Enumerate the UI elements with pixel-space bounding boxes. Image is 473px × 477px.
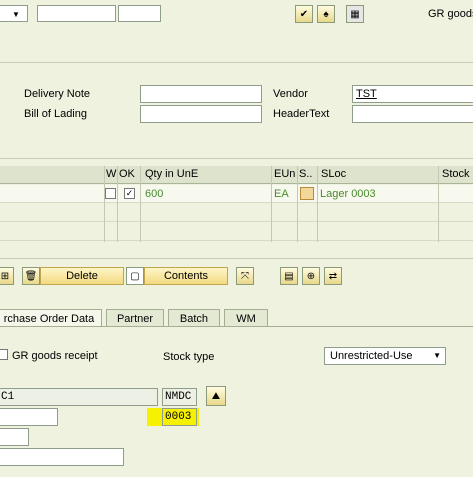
table-row[interactable] bbox=[0, 223, 473, 241]
expand-icon[interactable]: ⤧ bbox=[236, 267, 254, 285]
col-divider bbox=[104, 166, 105, 242]
ok-checkbox[interactable]: ✓ bbox=[124, 188, 135, 199]
tab-wm[interactable]: WM bbox=[224, 309, 268, 327]
sloc-input-value: 0003 bbox=[165, 411, 192, 423]
col-divider bbox=[271, 166, 272, 242]
top-field-2[interactable] bbox=[37, 5, 116, 22]
stock-type-select[interactable]: Unrestricted-Use ▼ bbox=[324, 347, 446, 365]
col-ok[interactable]: OK bbox=[119, 168, 135, 180]
check-icon[interactable]: ✔ bbox=[295, 5, 313, 23]
input-field[interactable] bbox=[0, 448, 124, 466]
delivery-note-input[interactable] bbox=[140, 85, 262, 103]
stock-type-value: Unrestricted-Use bbox=[330, 350, 413, 362]
input-field[interactable] bbox=[0, 408, 58, 426]
qty-value: 600 bbox=[145, 188, 164, 200]
add-doc-icon[interactable]: ⊕ bbox=[302, 267, 320, 285]
tab-partner[interactable]: Partner bbox=[106, 309, 164, 327]
sloc-input[interactable]: 0003 bbox=[162, 408, 197, 426]
bill-of-lading-label: Bill of Lading bbox=[24, 108, 87, 120]
col-stock[interactable]: Stock bbox=[442, 168, 470, 180]
transfer-icon[interactable]: ⇄ bbox=[324, 267, 342, 285]
separator bbox=[0, 62, 473, 63]
stock-doc-icon[interactable] bbox=[300, 187, 314, 200]
col-divider bbox=[317, 166, 318, 242]
trash-icon[interactable]: 🗑 bbox=[22, 267, 40, 285]
stock-type-label: Stock type bbox=[163, 351, 215, 363]
bill-of-lading-input[interactable] bbox=[140, 105, 262, 123]
col-divider bbox=[117, 166, 118, 242]
mountain-icon[interactable]: ⛰ bbox=[206, 386, 226, 406]
input-field[interactable] bbox=[0, 428, 29, 446]
header-text-input[interactable] bbox=[352, 105, 473, 123]
plant-name-field: NMDC bbox=[162, 388, 197, 406]
gr-goods-receipt-checkbox[interactable] bbox=[0, 349, 8, 360]
separator bbox=[0, 158, 473, 159]
eun-value: EA bbox=[274, 188, 289, 200]
contents-button[interactable]: Contents bbox=[144, 267, 228, 285]
plant-name-value: NMDC bbox=[165, 391, 192, 403]
sloc-value: Lager 0003 bbox=[320, 188, 376, 200]
table-header: W OK Qty in UnE EUn S.. SLoc Stock bbox=[0, 166, 473, 184]
col-qty[interactable]: Qty in UnE bbox=[145, 168, 198, 180]
col-s[interactable]: S.. bbox=[299, 168, 312, 180]
tab-panel-border bbox=[0, 326, 473, 327]
col-sloc[interactable]: SLoc bbox=[321, 168, 346, 180]
folder-icon[interactable]: ▤ bbox=[280, 267, 298, 285]
calculator-icon[interactable]: ▦ bbox=[346, 5, 364, 23]
gr-goods-label: GR goods bbox=[428, 8, 473, 20]
vendor-label: Vendor bbox=[273, 88, 308, 100]
delete-button[interactable]: Delete bbox=[40, 267, 124, 285]
vendor-value: TST bbox=[356, 88, 377, 100]
tab-purchase-order-data[interactable]: rchase Order Data bbox=[0, 309, 102, 327]
plant-input[interactable]: C1 bbox=[0, 388, 158, 406]
col-divider bbox=[438, 166, 439, 242]
col-divider bbox=[297, 166, 298, 242]
plant-value: C1 bbox=[1, 391, 15, 403]
separator bbox=[0, 258, 473, 259]
col-divider bbox=[140, 166, 141, 242]
dropdown-arrow-icon[interactable]: ▼ bbox=[12, 10, 20, 19]
delivery-note-label: Delivery Note bbox=[24, 88, 91, 100]
gr-goods-receipt-label: GR goods receipt bbox=[12, 350, 98, 362]
col-w[interactable]: W bbox=[106, 168, 116, 180]
chevron-down-icon: ▼ bbox=[433, 351, 441, 360]
col-eun[interactable]: EUn bbox=[274, 168, 295, 180]
contents-doc-icon[interactable]: ▢ bbox=[126, 267, 144, 285]
header-text-label: HeaderText bbox=[273, 108, 330, 120]
top-field-3[interactable] bbox=[118, 5, 161, 22]
table-row[interactable] bbox=[0, 204, 473, 222]
table-row[interactable]: ✓ 600 EA Lager 0003 bbox=[0, 185, 473, 203]
tab-batch[interactable]: Batch bbox=[168, 309, 220, 327]
w-checkbox[interactable] bbox=[105, 188, 116, 199]
table-settings-icon[interactable]: ⊞ bbox=[0, 267, 14, 285]
binoculars-icon[interactable]: ♠ bbox=[317, 5, 335, 23]
